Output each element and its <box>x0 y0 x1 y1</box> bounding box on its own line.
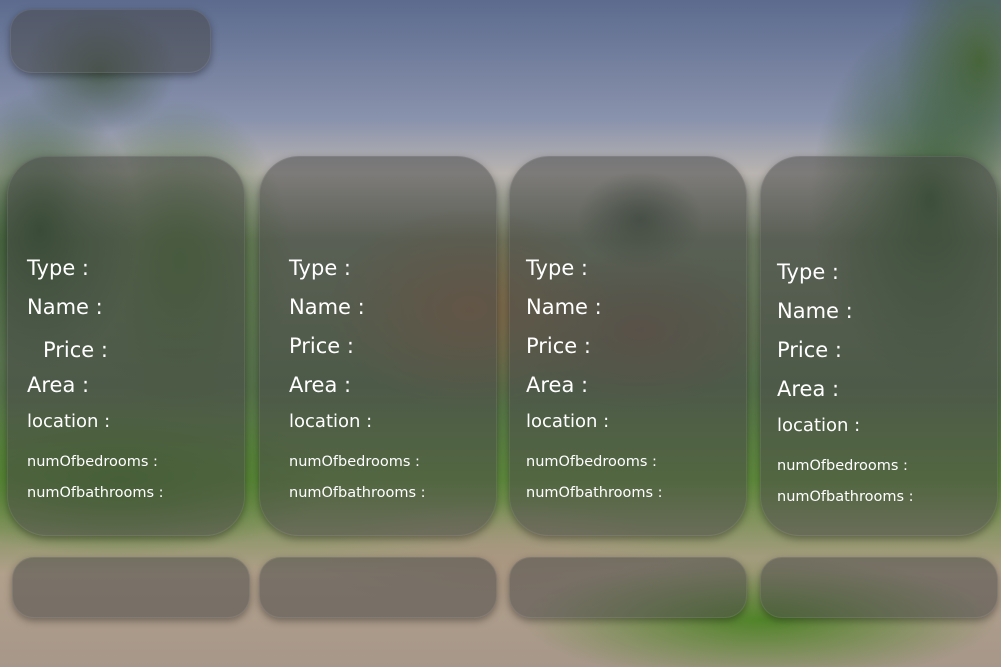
name-label: Name : <box>27 295 103 319</box>
location-label: location : <box>289 411 373 432</box>
location-label: location : <box>777 415 861 436</box>
name-label: Name : <box>777 299 853 323</box>
price-label: Price : <box>289 334 354 358</box>
area-label: Area : <box>27 373 90 397</box>
location-label: location : <box>27 411 111 432</box>
bedrooms-label: numOfbedrooms : <box>777 458 908 474</box>
name-label: Name : <box>526 295 602 319</box>
property-card-4: Type : Name : Price : Area : location : … <box>760 156 998 536</box>
card-1-action-button[interactable] <box>12 557 250 618</box>
bedrooms-label: numOfbedrooms : <box>27 454 158 470</box>
area-label: Area : <box>526 373 589 397</box>
area-label: Area : <box>289 373 352 397</box>
price-label: Price : <box>777 338 842 362</box>
top-header-pill[interactable] <box>10 9 211 73</box>
bedrooms-label: numOfbedrooms : <box>526 454 657 470</box>
bathrooms-label: numOfbathrooms : <box>777 489 914 505</box>
type-label: Type : <box>27 256 89 280</box>
bathrooms-label: numOfbathrooms : <box>289 485 426 501</box>
bathrooms-label: numOfbathrooms : <box>526 485 663 501</box>
property-card-1: Type : Name : Price : Area : location : … <box>7 156 245 536</box>
price-label: Price : <box>43 338 108 362</box>
bathrooms-label: numOfbathrooms : <box>27 485 164 501</box>
card-4-action-button[interactable] <box>760 557 998 618</box>
card-3-action-button[interactable] <box>509 557 747 618</box>
location-label: location : <box>526 411 610 432</box>
bedrooms-label: numOfbedrooms : <box>289 454 420 470</box>
type-label: Type : <box>526 256 588 280</box>
property-card-2: Type : Name : Price : Area : location : … <box>259 156 497 536</box>
property-card-3: Type : Name : Price : Area : location : … <box>509 156 747 536</box>
price-label: Price : <box>526 334 591 358</box>
card-2-action-button[interactable] <box>259 557 497 618</box>
type-label: Type : <box>289 256 351 280</box>
type-label: Type : <box>777 260 839 284</box>
name-label: Name : <box>289 295 365 319</box>
area-label: Area : <box>777 377 840 401</box>
